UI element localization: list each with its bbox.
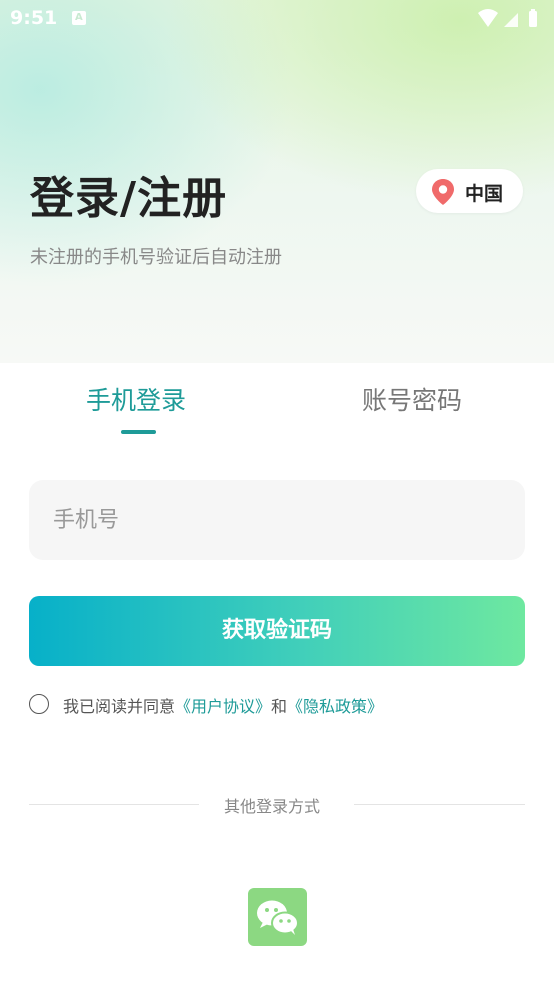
active-tab-indicator: [121, 430, 156, 434]
agreement-conjunction: 和: [271, 697, 288, 716]
status-bar: 9:51 A: [0, 0, 554, 40]
wechat-login-button[interactable]: [248, 888, 307, 946]
wechat-icon: [257, 900, 299, 935]
region-selector[interactable]: 中国: [416, 169, 523, 213]
battery-icon: [529, 9, 537, 27]
privacy-policy-link[interactable]: 《隐私政策》: [287, 697, 383, 716]
region-label: 中国: [465, 183, 504, 205]
location-pin-icon: [432, 179, 454, 205]
user-agreement-link[interactable]: 《用户协议》: [175, 697, 271, 716]
agreement-checkbox[interactable]: [29, 694, 49, 714]
tab-phone-login[interactable]: 手机登录: [86, 381, 186, 417]
page-title: 登录/注册: [30, 173, 228, 224]
signal-icon: [504, 13, 518, 27]
agreement-prefix: 我已阅读并同意: [63, 697, 176, 716]
divider-right: [354, 804, 525, 805]
get-code-button[interactable]: 获取验证码: [29, 596, 525, 666]
status-time: 9:51: [10, 7, 58, 29]
divider-left: [29, 804, 199, 805]
wifi-icon: [478, 9, 498, 27]
phone-input[interactable]: [29, 480, 525, 560]
agreement-text: 我已阅读并同意《用户协议》和《隐私政策》: [63, 693, 383, 717]
page-subtitle: 未注册的手机号验证后自动注册: [30, 247, 282, 268]
status-icons: [474, 8, 544, 34]
other-login-label: 其他登录方式: [224, 797, 321, 816]
a-icon: A: [72, 11, 86, 25]
tab-account-password[interactable]: 账号密码: [362, 381, 462, 417]
